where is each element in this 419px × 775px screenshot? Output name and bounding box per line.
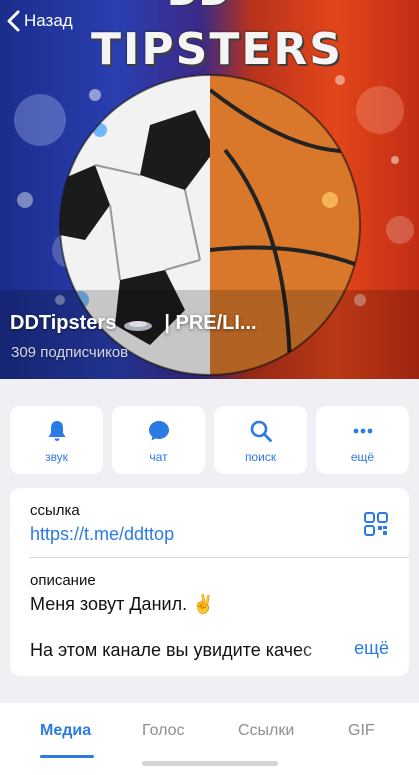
divider (30, 557, 409, 558)
tab-media[interactable]: Медиа (40, 722, 91, 740)
description-line-1: Меня зовут Данил. ✌️ (30, 594, 215, 614)
mute-button[interactable]: звук (10, 406, 103, 474)
channel-title: DDTipsters | PRE/LI... (10, 312, 257, 335)
description-more-link[interactable]: ещё (354, 638, 389, 659)
chat-icon (145, 417, 173, 445)
channel-info-card: ссылка https://t.me/ddttop описание Меня… (10, 488, 409, 676)
back-label: Назад (24, 11, 73, 30)
action-bar: звук чат поиск ещё (10, 406, 409, 474)
bell-icon (43, 417, 71, 445)
brand-logo-top: DD (167, 0, 277, 10)
search-button[interactable]: поиск (214, 406, 307, 474)
more-button-label: ещё (350, 449, 375, 464)
description-line-2: На этом канале вы увидите качес (30, 640, 312, 660)
qr-code-icon[interactable] (363, 511, 389, 537)
back-button[interactable]: Назад (0, 8, 73, 34)
channel-link[interactable]: https://t.me/ddttop (30, 524, 174, 545)
verified-emoji-icon (120, 314, 160, 334)
tab-gif[interactable]: GIF (348, 722, 375, 740)
brand-logo: DD TIPSTERS (72, 0, 362, 82)
tab-voice[interactable]: Голос (142, 722, 185, 740)
tab-links[interactable]: Ссылки (238, 722, 294, 740)
link-caption: ссылка (30, 502, 80, 519)
home-indicator (142, 761, 278, 766)
chat-button-label: чат (149, 449, 168, 464)
more-dots-icon (349, 417, 377, 445)
search-button-label: поиск (244, 449, 277, 464)
active-tab-indicator (40, 755, 94, 758)
chevron-left-icon (0, 8, 26, 34)
channel-cover: DD TIPSTERS Назад DDTipsters | PRE/LI...… (0, 0, 419, 379)
chat-button[interactable]: чат (112, 406, 205, 474)
channel-title-right: | PRE/LI... (164, 312, 257, 334)
subscriber-count: 309 подписчиков (11, 344, 129, 361)
brand-logo-word: TIPSTERS (91, 24, 343, 75)
description-caption: описание (30, 572, 96, 589)
more-button[interactable]: ещё (316, 406, 409, 474)
mute-button-label: звук (45, 449, 68, 464)
channel-title-left: DDTipsters (10, 312, 117, 334)
search-icon (247, 417, 275, 445)
